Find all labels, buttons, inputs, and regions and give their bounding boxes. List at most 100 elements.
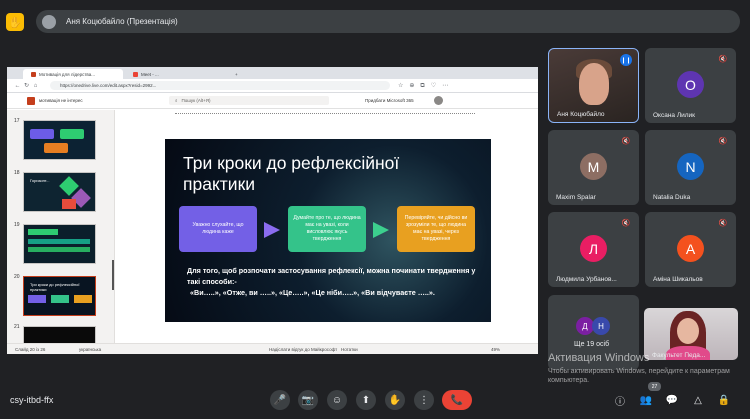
people-count-badge: 27 — [648, 382, 661, 391]
main-slide[interactable]: Три кроки до рефлексійної практики Уважн… — [165, 139, 491, 322]
more-icon: ⋮ — [419, 394, 429, 406]
buy-microsoft-365-link[interactable]: Придбати Microsoft 365 — [365, 98, 414, 103]
people-icon[interactable]: 👥 — [639, 393, 653, 407]
camera-button[interactable]: 📷 — [298, 390, 318, 410]
host-controls-lock-icon[interactable]: 🔒 — [717, 393, 731, 407]
notes-button[interactable]: Нотатки — [341, 347, 381, 352]
powerpoint-logo-icon[interactable] — [27, 96, 35, 105]
participant-tile-video[interactable]: ❙❙ Аня Коцюбайло — [548, 48, 639, 123]
windows-activation-title: Активация Windows — [548, 352, 650, 364]
slide-thumbnail-image — [23, 120, 96, 160]
self-video-face — [677, 318, 699, 344]
slide-thumbnail[interactable]: 18 Горизонт... — [7, 170, 115, 218]
ruler — [115, 111, 538, 117]
meeting-code: csy-itbd-ffx — [10, 395, 54, 405]
mic-off-icon: 🔇 — [621, 138, 631, 145]
slide-title: Три кроки до рефлексійної практики — [183, 153, 400, 194]
presenter-chip[interactable]: Аня Коцюбайло (Презентація) — [36, 10, 740, 33]
back-icon[interactable]: ← — [13, 83, 22, 89]
slide-thumbnail-selected[interactable]: 20 Три кроки до рефлексійної практики — [7, 274, 115, 322]
browser-tab-powerpoint[interactable]: Мотивація для лідерства... — [23, 69, 123, 79]
participant-avatar: M — [580, 153, 607, 180]
raise-hand-button[interactable]: ✋ — [385, 390, 405, 410]
slide-thumbnail[interactable]: 21 — [7, 324, 115, 344]
slide-thumbnail-pane: 17 18 Горизонт... 19 20 Три кроки до реф… — [7, 110, 115, 344]
mic-off-icon: 🔇 — [718, 56, 728, 63]
status-slide-count: Слайд 20 із 26 — [15, 346, 46, 352]
participant-avatar: N — [677, 153, 704, 180]
participant-video-face — [579, 63, 609, 105]
participant-tile[interactable]: Л 🔇 Людмила Урбанов... — [548, 212, 639, 287]
participant-name: Оксана Лилик — [653, 112, 696, 119]
home-icon[interactable]: ⌂ — [31, 83, 40, 89]
slide-number: 19 — [14, 222, 20, 228]
hand-raise-icon[interactable]: ✋ — [6, 13, 24, 31]
slide-thumbnail-image — [23, 326, 96, 344]
zoom-level[interactable]: 49% — [491, 347, 500, 352]
address-bar[interactable]: https://onedrive.live.com/edit.aspx?resi… — [50, 81, 390, 90]
shared-screen: Мотивація для лідерства... Meet - ... + … — [7, 67, 538, 354]
meet-icon — [133, 71, 138, 77]
ruler-track — [175, 113, 475, 115]
new-tab-button[interactable]: + — [227, 69, 239, 79]
browser-toolbar-icons[interactable]: ☆⊕⧉♡⋯ — [398, 82, 454, 90]
windows-activation-text: Чтобы активировать Windows, перейдите к … — [548, 368, 730, 384]
participant-name: Аміна Шикальов — [653, 276, 703, 283]
step-box-think: Думайте про те, що людина має на увазі, … — [288, 206, 366, 252]
present-button[interactable]: ⬆ — [356, 390, 376, 410]
participant-name: Natalia Duka — [653, 194, 691, 201]
arrow-right-icon — [373, 222, 389, 238]
status-language[interactable]: українська — [79, 347, 139, 352]
chat-icon[interactable]: 💬 — [665, 393, 679, 407]
slide-number: 21 — [14, 324, 20, 330]
mic-button[interactable]: 🎤 — [270, 390, 290, 410]
others-count: Ще 19 осіб — [574, 341, 610, 348]
slide-number: 18 — [14, 170, 20, 176]
participant-tile[interactable]: О 🔇 Оксана Лилик — [645, 48, 736, 123]
browser-address-row: ← ↻ ⌂ https://onedrive.live.com/edit.asp… — [7, 79, 538, 93]
user-account-avatar[interactable] — [433, 96, 443, 105]
speaking-indicator-icon: ❙❙ — [620, 54, 632, 66]
thumbnail-scrollbar[interactable] — [112, 260, 114, 290]
emoji-button[interactable]: ☺ — [327, 390, 347, 410]
participant-avatar: А — [677, 235, 704, 262]
slide-body-line: «Ви…..», «Отже, ви …..», «Це…..», «Це ні… — [190, 288, 435, 297]
slide-thumbnail[interactable]: 19 — [7, 222, 115, 270]
slide-thumbnail-title: Горизонт... — [30, 178, 50, 183]
arrow-right-icon — [264, 222, 280, 238]
ppt-search-input[interactable]: ⌕ Пошук (Alt+Я) — [169, 96, 329, 105]
browser-tab-label: Meet - ... — [141, 71, 159, 77]
participant-name: Maxim Spalar — [556, 194, 596, 201]
slide-thumbnail-image: Горизонт... — [23, 172, 96, 212]
more-options-button[interactable]: ⋮ — [414, 390, 434, 410]
feedback-link[interactable]: Надіслати відгук до Майкрософт — [269, 347, 341, 352]
ppt-status-bar: Слайд 20 із 26 українська Надіслати відг… — [7, 343, 538, 354]
emoji-icon: ☺ — [331, 394, 343, 406]
participant-name: Аня Коцюбайло — [557, 111, 605, 118]
present-icon: ⬆ — [361, 394, 371, 406]
document-name[interactable]: мотивація не інтерес — [39, 98, 109, 103]
participant-avatar: Л — [580, 235, 607, 262]
self-name: Факультет Педа... — [652, 352, 706, 359]
search-placeholder: Пошук (Alt+Я) — [181, 98, 211, 103]
slide-body-line: Для того, щоб розпочати застосування реф… — [187, 266, 476, 286]
reload-icon[interactable]: ↻ — [22, 82, 31, 89]
slide-thumbnail[interactable]: 17 — [7, 118, 115, 166]
activities-icon[interactable]: △ — [691, 393, 705, 407]
slide-thumbnail-image — [23, 224, 96, 264]
mic-icon: 🎤 — [273, 394, 287, 406]
presenter-avatar — [42, 14, 56, 29]
info-icon[interactable]: ⓘ — [613, 393, 627, 408]
participant-tile[interactable]: А 🔇 Аміна Шикальов — [645, 212, 736, 287]
slide-number: 20 — [14, 274, 20, 280]
participant-avatar: О — [677, 71, 704, 98]
participant-name: Людмила Урбанов... — [556, 276, 617, 283]
mic-off-icon: 🔇 — [718, 220, 728, 227]
participant-tile[interactable]: M 🔇 Maxim Spalar — [548, 130, 639, 205]
slide-number: 17 — [14, 118, 20, 124]
end-call-button[interactable]: 📞 — [442, 390, 472, 410]
participant-tile[interactable]: N 🔇 Natalia Duka — [645, 130, 736, 205]
browser-tab-meet[interactable]: Meet - ... — [125, 69, 225, 79]
step-box-check: Перевіряйте, чи дійсно ви зрозуміли те, … — [397, 206, 475, 252]
step-box-listen: Уважно слухайте, що людина каже — [179, 206, 257, 252]
